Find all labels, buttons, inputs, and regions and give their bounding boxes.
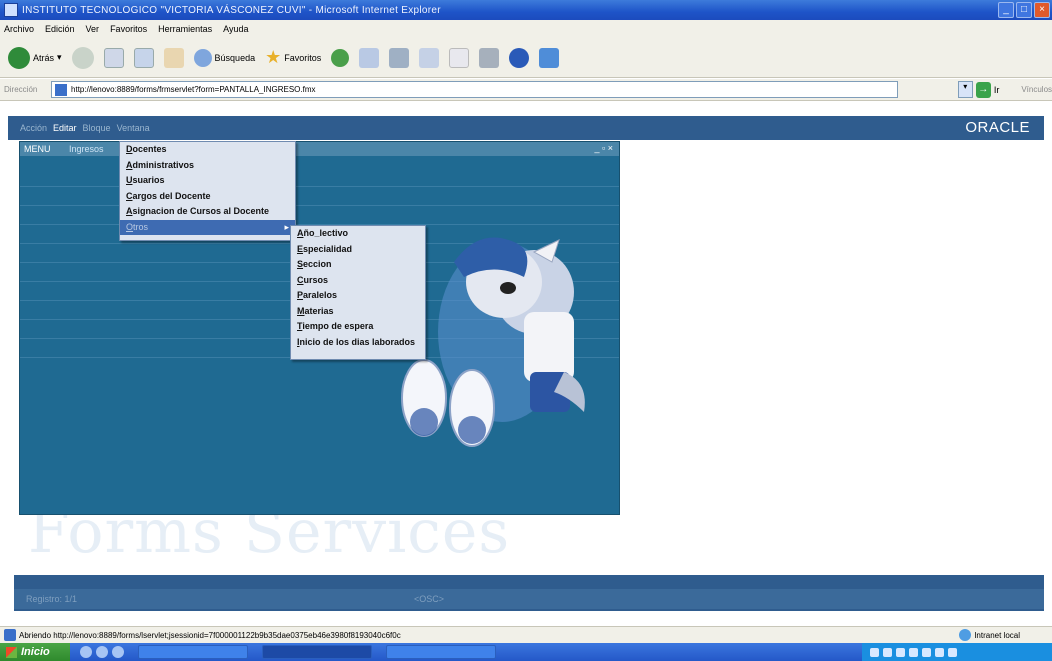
taskbar-item-3[interactable] [386,645,496,659]
menu-item-seccion[interactable]: Seccion [291,257,425,273]
quick-launch-ie-icon[interactable] [80,646,92,658]
menu-item-materias[interactable]: Materias [291,304,425,320]
start-button[interactable]: Inicio [0,643,70,661]
taskbar-item-2[interactable] [262,645,372,659]
maximize-icon[interactable]: □ [1016,2,1032,18]
security-zone: Intranet local [959,629,1020,641]
system-tray [862,643,1052,661]
print-icon[interactable] [389,47,410,68]
menu-item-administrativos[interactable]: Administrativos [120,158,295,174]
minimize-icon[interactable]: _ [998,2,1014,18]
go-arrow-icon[interactable]: → [975,81,991,98]
record-status: Registro: 1/1 [26,594,78,604]
loading-icon [4,629,16,641]
menu-item-paralelos[interactable]: Paralelos [291,288,425,304]
menu-item-tiempo-espera[interactable]: Tiempo de espera [291,319,425,335]
star-icon: ★ [265,47,282,67]
menu-item-usuarios[interactable]: Usuarios [120,173,295,189]
forms-menu-bar: Acción Editar Bloque Ventana ORACLE [8,116,1044,140]
tray-icon-3[interactable] [896,647,905,657]
oracle-logo: ORACLE [965,119,1030,136]
refresh-icon[interactable] [133,47,154,68]
forms-menu-editar[interactable]: Editar [53,123,77,133]
ie-status-bar: Abriendo http://lenovo:8889/forms/lservl… [0,626,1052,643]
windows-flag-icon [6,646,17,658]
menu-item-cargos-docente[interactable]: Cargos del Docente [120,189,295,205]
tray-icon-6[interactable] [935,647,944,657]
address-input[interactable]: http://lenovo:8889/forms/frmservlet?form… [51,81,898,98]
favorites-button[interactable]: ★ Favoritos [265,47,321,68]
ie-icon [4,3,18,17]
menu-item-cursos[interactable]: Cursos [291,273,425,289]
address-dropdown-icon[interactable]: ▾ [957,81,973,98]
menu-herramientas[interactable]: Herramientas [158,24,212,34]
forms-menu-bloque[interactable]: Bloque [83,123,111,133]
back-arrow-icon [8,46,30,69]
page-icon [55,83,68,96]
forms-menu-accion[interactable]: Acción [20,123,47,133]
osc-indicator: <OSC> [414,594,445,604]
discuss-icon[interactable] [449,47,470,68]
address-bar: Dirección http://lenovo:8889/forms/frmse… [0,79,1052,101]
menu-edicion[interactable]: Edición [45,24,75,34]
stop-icon[interactable] [103,47,124,68]
people-icon[interactable] [539,47,560,68]
menu-item-ano-lectivo[interactable]: Año_lectivo [291,226,425,242]
forms-status-bar: Registro: 1/1 <OSC> [14,575,1044,611]
tray-icon-4[interactable] [909,647,918,657]
research-icon[interactable] [479,47,500,68]
go-button-label[interactable]: Ir [994,85,1000,95]
menu-window-title: MENU [24,144,51,154]
quick-launch-media-icon[interactable] [112,646,124,658]
address-url: http://lenovo:8889/forms/frmservlet?form… [71,85,316,94]
menu-item-inicio-dias[interactable]: Inicio de los dias laborados [291,335,425,351]
taskbar-item-1[interactable] [138,645,248,659]
forms-menu-ventana[interactable]: Ventana [117,123,150,133]
tray-icon-1[interactable] [870,647,879,657]
menu-archivo[interactable]: Archivo [4,24,34,34]
links-label[interactable]: Vínculos [1021,85,1052,94]
chevron-down-icon: ▾ [57,52,62,62]
tray-icon-7[interactable] [948,647,957,657]
ie-menu-bar: Archivo Edición Ver Favoritos Herramient… [0,20,1052,38]
menu-favoritos[interactable]: Favoritos [110,24,147,34]
quick-launch [80,646,124,658]
menu-window-controls[interactable]: _ ▫ × [595,143,613,153]
window-title-bar: INSTITUTO TECNOLOGICO "VICTORIA VÁSCONEZ… [0,0,1052,20]
forward-arrow-icon[interactable] [71,46,94,69]
tray-icon-2[interactable] [883,647,892,657]
menu-item-especialidad[interactable]: Especialidad [291,242,425,258]
window-controls: _ □ × [998,2,1050,18]
menu-item-asignacion-cursos[interactable]: Asignacion de Cursos al Docente [120,204,295,220]
home-icon[interactable] [163,47,184,68]
menu-ver[interactable]: Ver [86,24,100,34]
search-button[interactable]: Búsqueda [193,48,255,67]
edit-icon[interactable] [419,47,440,68]
quick-launch-desktop-icon[interactable] [96,646,108,658]
mail-icon[interactable] [359,47,380,68]
ingresos-submenu: Docentes Administrativos Usuarios Cargos… [119,141,296,241]
globe-icon [959,629,972,641]
menu-ayuda[interactable]: Ayuda [223,24,248,34]
window-title: INSTITUTO TECNOLOGICO "VICTORIA VÁSCONEZ… [22,4,441,16]
back-button[interactable]: Atrás ▾ [8,46,62,69]
windows-taskbar: Inicio [0,643,1052,661]
otros-submenu: Año_lectivo Especialidad Seccion Cursos … [290,225,426,360]
status-text: Abriendo http://lenovo:8889/forms/lservl… [19,630,401,640]
messenger-icon[interactable] [509,47,530,68]
ie-toolbar: Atrás ▾ Búsqueda ★ Favoritos [0,38,1052,78]
close-icon[interactable]: × [1034,2,1050,18]
search-icon [193,48,212,67]
menu-item-docentes[interactable]: Docentes [120,142,295,158]
menu-item-otros[interactable]: Otros [120,219,295,235]
history-icon[interactable] [331,48,350,67]
tray-icon-5[interactable] [922,647,931,657]
address-label: Dirección [4,85,38,94]
